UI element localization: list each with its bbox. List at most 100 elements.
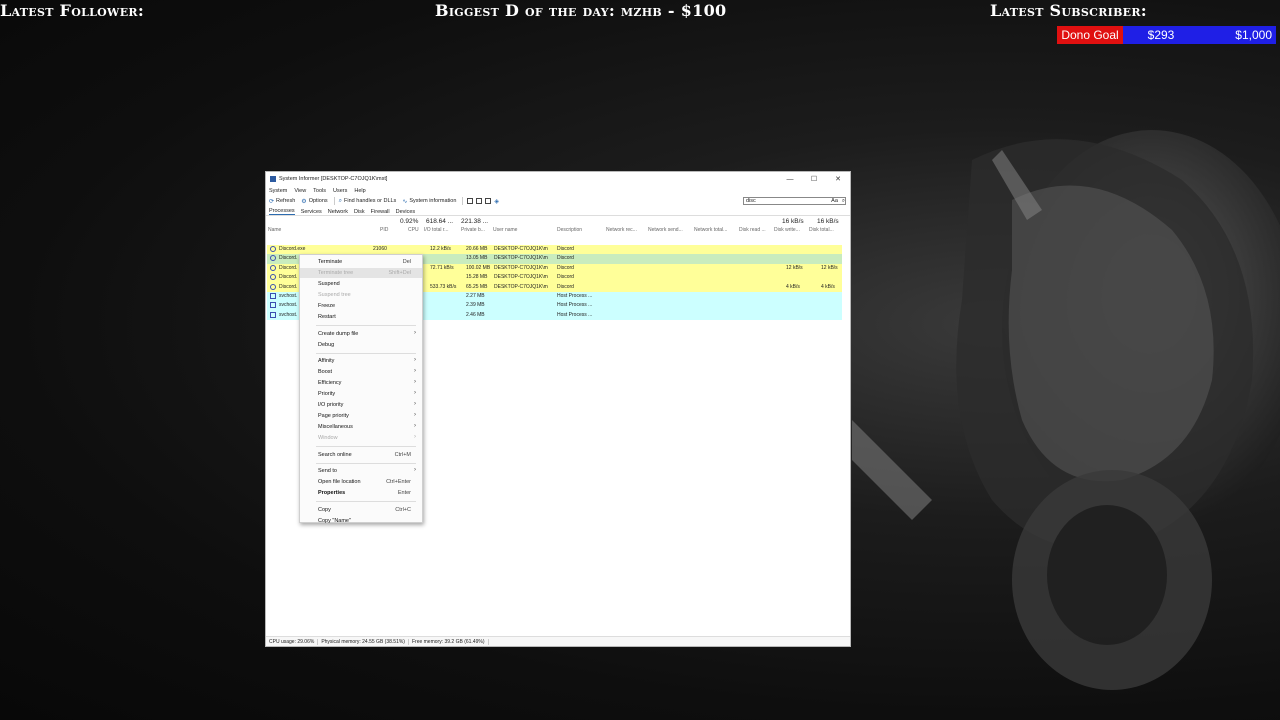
cell-name: Discord. xyxy=(279,264,298,271)
service-icon xyxy=(270,311,276,318)
refresh-icon: ⟳ xyxy=(269,198,275,205)
menu-help[interactable]: Help xyxy=(354,188,365,194)
menu-item-label: Page priority xyxy=(318,413,349,419)
match-case-toggle[interactable]: Aa xyxy=(831,198,838,204)
col-io[interactable]: I/O total r... xyxy=(424,227,448,233)
menu-item-affinity[interactable]: Affinity › xyxy=(300,356,422,366)
menu-item-properties[interactable]: Properties Enter xyxy=(300,488,422,498)
menu-item-debug[interactable]: Debug xyxy=(300,340,422,350)
menu-item-page-priority[interactable]: Page priority › xyxy=(300,411,422,421)
cell-private: 15.28 MB xyxy=(466,274,488,281)
menu-item-suspend-tree[interactable]: Suspend tree xyxy=(300,290,422,300)
cell-name: Discord. xyxy=(279,255,298,262)
menu-item-suspend[interactable]: Suspend xyxy=(300,279,422,289)
menu-tools[interactable]: Tools xyxy=(313,188,326,194)
table-row[interactable]: Discord.exe 21060 12.2 kB/s 20.66 MB DESKTOP… xyxy=(267,245,842,255)
title-bar[interactable]: System Informer [DESKTOP-C7OJQ1K\mst] — … xyxy=(266,172,850,186)
menu-item-restart[interactable]: Restart xyxy=(300,312,422,322)
cell-description: Host Process ... xyxy=(557,302,593,309)
menu-item-label: Terminate xyxy=(318,259,343,265)
col-pid[interactable]: PID xyxy=(380,227,388,233)
minimize-button[interactable]: — xyxy=(778,176,802,183)
menu-item-window[interactable]: Window › xyxy=(300,433,422,443)
discord-icon xyxy=(270,264,276,271)
col-net-send[interactable]: Network send... xyxy=(648,227,683,233)
shield-button[interactable]: ◈ xyxy=(494,198,501,205)
menu-item-terminate-tree[interactable]: Terminate tree Shift+Del xyxy=(300,268,422,278)
total-io: 618.64 ... xyxy=(426,218,454,225)
cell-description: Discord xyxy=(557,255,574,262)
col-private[interactable]: Private b... xyxy=(461,227,485,233)
tab-firewall[interactable]: Firewall xyxy=(371,209,390,215)
menu-users[interactable]: Users xyxy=(333,188,347,194)
col-description[interactable]: Description xyxy=(557,227,582,233)
close-button[interactable]: ✕ xyxy=(826,175,850,183)
menu-item-send-to[interactable]: Send to › xyxy=(300,466,422,476)
menu-item-shortcut: Enter xyxy=(397,490,411,496)
menu-item-label: Send to xyxy=(318,468,337,474)
menu-item-create-dump-file[interactable]: Create dump file › xyxy=(300,329,422,339)
tab-disk[interactable]: Disk xyxy=(354,209,365,215)
tab-processes[interactable]: Processes xyxy=(269,208,295,215)
menu-item-i-o-priority[interactable]: I/O priority › xyxy=(300,400,422,410)
refresh-button[interactable]: ⟳ Refresh xyxy=(269,198,295,205)
menu-item-label: Search online xyxy=(318,451,352,458)
col-cpu[interactable]: CPU xyxy=(408,227,419,233)
chevron-right-icon: › xyxy=(414,423,416,429)
menu-item-label: Create dump file xyxy=(318,330,359,337)
find-handles-button[interactable]: ⌕ Find handles or DLLs xyxy=(339,198,397,205)
menu-item-boost[interactable]: Boost › xyxy=(300,367,422,377)
status-physical-memory: Physical memory: 24.55 GB (38.51%) xyxy=(318,638,409,645)
menu-item-priority[interactable]: Priority › xyxy=(300,389,422,399)
menu-item-copy[interactable]: Copy Ctrl+C xyxy=(300,505,422,515)
status-cpu: CPU usage: 29.06% xyxy=(266,638,319,645)
chevron-right-icon: › xyxy=(414,379,416,385)
search-value: disc xyxy=(746,198,756,204)
menu-item-efficiency[interactable]: Efficiency › xyxy=(300,378,422,388)
refresh-label: Refresh xyxy=(276,198,296,204)
chevron-right-icon: › xyxy=(414,412,416,418)
menu-item-miscellaneous[interactable]: Miscellaneous › xyxy=(300,422,422,432)
tab-network[interactable]: Network xyxy=(328,209,348,215)
menu-item-label: Miscellaneous xyxy=(318,424,353,430)
options-label: Options xyxy=(308,198,328,204)
col-disk-write[interactable]: Disk write... xyxy=(774,227,800,233)
col-disk-read[interactable]: Disk read ... xyxy=(739,227,766,233)
cell-name: Discord.exe xyxy=(279,246,306,252)
menu-system[interactable]: System xyxy=(269,188,287,194)
service-icon xyxy=(270,293,276,299)
cell-name: svchost. xyxy=(279,302,298,309)
total-disk-total: 16 kB/s xyxy=(817,218,839,225)
cell-disk-total: 4 kB/s xyxy=(821,283,835,290)
cell-name: Discord. xyxy=(279,274,298,281)
menu-item-copy-name[interactable]: Copy "Name" xyxy=(300,516,422,526)
toolbar: ⟳ Refresh ⚙ Options ⌕ Find handles or DLLs … xyxy=(266,196,850,206)
tab-services[interactable]: Services xyxy=(301,209,322,215)
options-button[interactable]: ⚙ Options xyxy=(301,198,327,205)
col-name[interactable]: Name xyxy=(268,227,281,233)
maximize-button[interactable]: ☐ xyxy=(802,175,826,183)
col-net-total[interactable]: Network total... xyxy=(694,227,727,233)
menu-item-search-online[interactable]: Search online Ctrl+M xyxy=(300,450,422,460)
cell-pid: 21060 xyxy=(373,246,387,252)
window-icon[interactable] xyxy=(467,198,474,204)
menu-item-open-file-location[interactable]: Open file location Ctrl+Enter xyxy=(300,477,422,487)
search-icon[interactable]: ⌕ xyxy=(842,198,845,204)
menu-item-freeze[interactable]: Freeze xyxy=(300,301,422,311)
menu-view[interactable]: View xyxy=(294,188,306,194)
col-disk-total[interactable]: Disk total... xyxy=(809,227,834,233)
window-close-icon[interactable] xyxy=(485,198,492,204)
cell-private: 100.02 MB xyxy=(466,264,491,271)
column-totals: 0.92% 618.64 ... 221.38 ... 16 kB/s 16 k… xyxy=(266,216,850,226)
menu-item-terminate[interactable]: Terminate Del xyxy=(300,257,422,267)
window-list-icon[interactable] xyxy=(476,198,483,204)
system-information-button[interactable]: ∿ System information xyxy=(402,198,456,205)
col-user[interactable]: User name xyxy=(493,227,517,233)
menu-bar: System View Tools Users Help xyxy=(266,186,850,196)
menu-item-label: Properties xyxy=(318,490,346,496)
total-cpu: 0.92% xyxy=(400,218,419,225)
search-input[interactable]: disc Aa ⌕ xyxy=(743,197,846,205)
tab-devices[interactable]: Devices xyxy=(396,209,416,215)
cell-description: Discord xyxy=(557,246,574,252)
col-net-receive[interactable]: Network rec... xyxy=(606,227,637,233)
